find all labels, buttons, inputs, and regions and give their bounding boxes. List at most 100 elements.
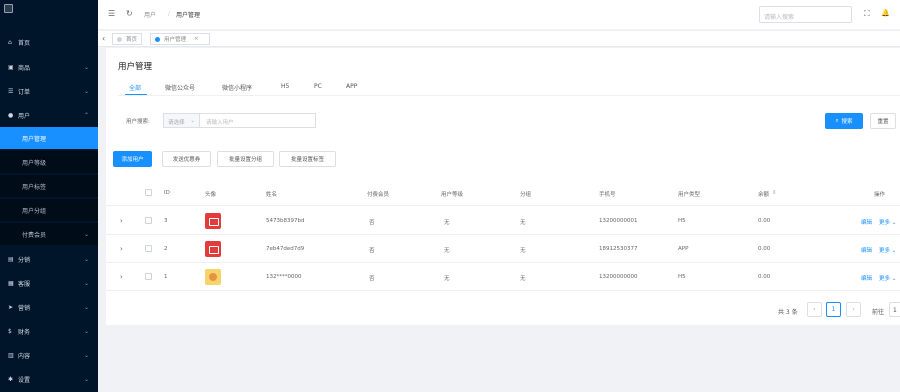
edit-link[interactable]: 编辑 [861,218,872,226]
sidebar-subitem-paid-member[interactable]: 付费会员 ⌄ [0,223,98,245]
breadcrumb-item[interactable]: 用户 [144,10,156,19]
cell-group: 无 [520,276,526,282]
cell-name: 5473b8397bd [266,218,305,224]
sidebar-item-user[interactable]: ● 用户 ⌃ [0,104,98,126]
cell-group: 无 [520,220,526,226]
divider [118,95,900,96]
search-button[interactable]: ⌕ 搜索 [825,113,863,129]
row-checkbox[interactable] [145,217,152,224]
close-icon[interactable]: × [194,36,199,42]
edit-link[interactable]: 编辑 [861,246,872,254]
search-type-select[interactable]: 请选择 ⌄ [163,113,200,128]
more-dropdown[interactable]: 更多 ⌄ [879,218,896,226]
send-coupon-button[interactable]: 发送优惠券 [162,151,211,167]
sidebar-item-label: 订单 [18,88,31,96]
row-checkbox[interactable] [145,245,152,252]
cell-user-level: 无 [444,248,450,254]
more-dropdown[interactable]: 更多 ⌄ [879,274,896,282]
column-header-name: 姓名 [266,192,278,198]
sidebar-subitem-label: 用户标签 [22,183,47,191]
batch-set-group-button[interactable]: 批量设置分组 [217,151,274,167]
sidebar-item-marketing[interactable]: ➤ 营销 ⌄ [0,296,98,318]
filter-tab-all[interactable]: 全部 [129,83,141,92]
cell-phone: 18912530377 [599,246,638,252]
reset-button[interactable]: 重置 [870,113,896,129]
refresh-icon[interactable]: ↻ [126,9,133,18]
cell-name: 132****0000 [266,274,302,280]
sidebar-item-label: 商品 [18,64,31,72]
sidebar-subitem-label: 用户管理 [22,135,47,143]
settings-icon: ✱ [8,375,14,383]
tab-home[interactable]: 首页 [112,33,143,45]
sidebar-subitem-user-groups[interactable]: 用户分组 [0,199,98,221]
sidebar-item-label: 营销 [18,304,31,312]
sidebar-subitem-user-tags[interactable]: 用户标签 [0,175,98,197]
page-title: 用户管理 [118,62,153,72]
chevron-down-icon: ⌄ [84,87,90,95]
sidebar-subitem-label: 用户等级 [22,159,47,167]
sidebar-item-finance[interactable]: $ 财务 ⌄ [0,320,98,342]
column-header-group: 分组 [520,192,532,198]
sidebar-item-distribution[interactable]: ▤ 分销 ⌄ [0,248,98,270]
column-header-balance[interactable]: 余额 [758,190,769,198]
filter-tab-wechat-miniprogram[interactable]: 微信小程序 [222,83,252,92]
filter-tab-h5[interactable]: H5 [281,83,289,90]
column-header-user-level: 用户等级 [441,192,464,198]
select-value: 请选择 [168,120,185,126]
sidebar-item-customer-service[interactable]: ▦ 客服 ⌄ [0,272,98,294]
header-search-input[interactable]: 请输入搜索 [759,6,852,23]
chevron-down-icon: ⌄ [84,303,90,311]
logo-image[interactable] [4,4,13,13]
tab-label: 用户管理 [164,37,187,43]
chevron-down-icon: ⌄ [84,230,90,238]
sidebar-item-home[interactable]: ⌂ 首页 [0,31,98,53]
pagination-prev-button[interactable]: ‹ [807,302,822,317]
chevron-left-icon[interactable]: ‹ [102,34,105,43]
expand-row-icon[interactable]: › [120,217,123,225]
main-card: 用户管理 全部 微信公众号 微信小程序 H5 PC APP 用户搜索: 请选择 … [106,48,900,325]
pagination-next-button[interactable]: › [846,302,861,317]
batch-set-tag-button[interactable]: 批量设置标签 [279,151,336,167]
sidebar-item-settings[interactable]: ✱ 设置 ⌄ [0,368,98,390]
pagination-goto-label: 前往 [872,309,885,316]
cell-id: 3 [164,218,168,224]
add-user-button[interactable]: 添加用户 [113,151,152,167]
filter-tab-app[interactable]: APP [346,83,357,90]
filter-tab-wechat-official[interactable]: 微信公众号 [165,83,195,92]
select-all-checkbox[interactable] [145,189,152,196]
sidebar-item-product[interactable]: ▣ 商品 ⌄ [0,56,98,78]
breadcrumb-current: 用户管理 [176,12,201,19]
sidebar-item-order[interactable]: ☰ 订单 ⌄ [0,80,98,102]
pagination-goto-input[interactable]: 1 [889,302,900,317]
tab-user-management[interactable]: 用户管理 × [150,33,210,45]
cell-user-type: H5 [678,218,686,224]
bell-icon[interactable]: 🔔 [881,9,890,17]
expand-row-icon[interactable]: › [120,273,123,281]
filter-tab-pc[interactable]: PC [314,83,322,90]
column-header-id: ID [164,190,170,196]
sidebar-subitem-user-level[interactable]: 用户等级 [0,151,98,173]
sort-icon[interactable]: ⇕ [772,190,777,196]
more-dropdown[interactable]: 更多 ⌄ [879,246,896,254]
pagination-total: 共 3 条 [778,309,798,316]
top-header: ☰ ↻ 用户 / 用户管理 请输入搜索 ⛶ 🔔 [98,0,900,30]
row-checkbox[interactable] [145,273,152,280]
table-row: › 1 132****0000 否 无 无 13200000000 H5 0.0… [106,263,900,291]
menu-toggle-icon[interactable]: ☰ [108,9,115,18]
expand-row-icon[interactable]: › [120,245,123,253]
order-icon: ☰ [8,87,14,95]
cell-user-type: H5 [678,274,686,280]
sidebar-item-content[interactable]: ▥ 内容 ⌄ [0,344,98,366]
table-row: › 2 7eb47ded7d9 否 无 无 18912530377 APP 0.… [106,235,900,263]
table-row: › 3 5473b8397bd 否 无 无 13200000001 H5 0.0… [106,207,900,235]
chevron-down-icon: ⌄ [190,118,195,124]
fullscreen-icon[interactable]: ⛶ [864,9,870,19]
sidebar-subitem-user-management[interactable]: 用户管理 [0,127,98,149]
finance-icon: $ [8,327,12,335]
cell-name: 7eb47ded7d9 [266,246,305,252]
pagination-page-1[interactable]: 1 [826,302,841,317]
shop-icon: ▣ [8,63,14,71]
cell-phone: 13200000001 [599,218,638,224]
user-search-input[interactable]: 请输入用户 [200,113,316,128]
edit-link[interactable]: 编辑 [861,274,872,282]
